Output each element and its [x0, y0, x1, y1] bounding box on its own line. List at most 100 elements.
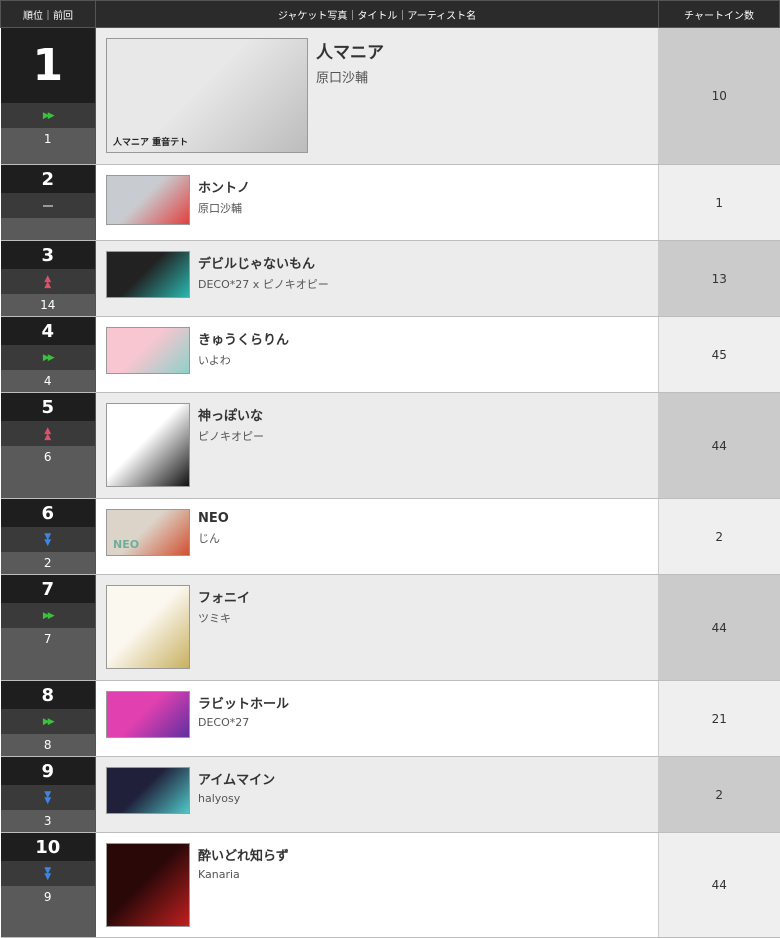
song-title[interactable]: ホントノ [198, 177, 250, 196]
artist-name[interactable]: ピノキオピー [198, 428, 264, 444]
ranking-table: 順位｜前回 ジャケット写真｜タイトル｜アーティスト名 チャートイン数 1 ▶▶ … [0, 0, 780, 938]
artist-name[interactable]: 原口沙輔 [316, 67, 384, 86]
rank-trend: ▶▶ [0, 103, 95, 128]
previous-rank: 2 [0, 552, 95, 574]
jacket-image[interactable] [106, 175, 190, 225]
table-row: 10 ▼ ▼ 9 酔いどれ知らず Kanaria 44 [0, 832, 780, 938]
rank-number: 5 [0, 393, 95, 421]
rank-cell: 1 ▶▶ 1 [0, 27, 96, 165]
rank-trend: ▶▶ [0, 709, 95, 734]
table-row: 6 ▼ ▼ 2 NEO NEO じん 2 [0, 498, 780, 575]
rank-number: 1 [0, 28, 95, 103]
artist-name[interactable]: DECO*27 x ピノキオピー [198, 276, 329, 292]
table-row: 8 ▶▶ 8 ラビットホール DECO*27 21 [0, 680, 780, 757]
artist-name[interactable]: じん [198, 530, 229, 546]
jacket-image[interactable] [106, 691, 190, 738]
artist-name[interactable]: DECO*27 [198, 716, 289, 729]
rank-down-icon: ▼ ▼ [44, 789, 52, 806]
previous-rank: 1 [0, 128, 95, 150]
song-title[interactable]: 神っぽいな [198, 405, 264, 424]
song-info-cell: デビルじゃないもん DECO*27 x ピノキオピー [95, 240, 659, 317]
rank-up-icon: ▲ ▲ [44, 425, 52, 442]
chart-in-count: 13 [658, 240, 780, 317]
previous-rank: 8 [0, 734, 95, 756]
previous-rank [0, 218, 95, 240]
rank-number: 3 [0, 241, 95, 269]
song-title[interactable]: ラビットホール [198, 693, 289, 712]
rank-cell: 9 ▼ ▼ 3 [0, 756, 96, 833]
rank-cell: 2 [0, 164, 96, 241]
song-info-cell: ホントノ 原口沙輔 [95, 164, 659, 241]
song-info-cell: 酔いどれ知らず Kanaria [95, 832, 659, 938]
table-row: 1 ▶▶ 1 人マニア 重音テト 人マニア 原口沙輔 10 [0, 27, 780, 165]
song-title[interactable]: デビルじゃないもん [198, 253, 329, 272]
chart-in-count: 44 [658, 392, 780, 499]
jacket-image[interactable] [106, 767, 190, 814]
chart-in-count: 44 [658, 574, 780, 681]
chart-in-count: 21 [658, 680, 780, 757]
jacket-image[interactable]: NEO [106, 509, 190, 556]
rank-column-header: 順位｜前回 [0, 0, 96, 28]
previous-rank: 9 [0, 886, 95, 908]
rank-trend [0, 193, 95, 218]
rank-cell: 8 ▶▶ 8 [0, 680, 96, 757]
song-info-cell: アイムマイン halyosy [95, 756, 659, 833]
artist-name[interactable]: Kanaria [198, 868, 289, 881]
rank-cell: 5 ▲ ▲ 6 [0, 392, 96, 499]
rank-cell: 3 ▲ ▲ 14 [0, 240, 96, 317]
table-row: 5 ▲ ▲ 6 神っぽいな ピノキオピー 44 [0, 392, 780, 499]
song-title[interactable]: 酔いどれ知らず [198, 845, 289, 864]
chart-in-count: 2 [658, 756, 780, 833]
previous-rank: 7 [0, 628, 95, 650]
jacket-image[interactable] [106, 403, 190, 487]
previous-rank: 6 [0, 446, 95, 468]
rank-trend: ▼ ▼ [0, 861, 95, 886]
song-info-cell: 神っぽいな ピノキオピー [95, 392, 659, 499]
previous-rank: 14 [0, 294, 95, 316]
chart-in-count: 2 [658, 498, 780, 575]
previous-rank: 4 [0, 370, 95, 392]
song-title[interactable]: 人マニア [316, 38, 384, 63]
rank-number: 6 [0, 499, 95, 527]
artist-name[interactable]: いよわ [198, 352, 289, 368]
forward-icon: ▶▶ [42, 110, 55, 121]
jacket-caption: 人マニア 重音テト [113, 138, 189, 148]
forward-icon: ▶▶ [42, 352, 55, 363]
rank-number: 8 [0, 681, 95, 709]
count-column-header: チャートイン数 [658, 0, 780, 28]
song-info-cell: きゅうくらりん いよわ [95, 316, 659, 393]
table-row: 9 ▼ ▼ 3 アイムマイン halyosy 2 [0, 756, 780, 833]
rank-number: 7 [0, 575, 95, 603]
rank-trend: ▼ ▼ [0, 527, 95, 552]
rank-down-icon: ▼ ▼ [44, 865, 52, 882]
song-info-cell: 人マニア 重音テト 人マニア 原口沙輔 [95, 27, 659, 165]
forward-icon: ▶▶ [42, 716, 55, 727]
artist-name[interactable]: ツミキ [198, 610, 250, 626]
rank-number: 9 [0, 757, 95, 785]
song-info-cell: フォニイ ツミキ [95, 574, 659, 681]
song-title[interactable]: アイムマイン [198, 769, 275, 788]
chart-in-count: 45 [658, 316, 780, 393]
jacket-image[interactable]: 人マニア 重音テト [106, 38, 308, 153]
artist-name[interactable]: halyosy [198, 792, 275, 805]
jacket-image[interactable] [106, 585, 190, 669]
forward-icon: ▶▶ [42, 610, 55, 621]
jacket-image[interactable] [106, 251, 190, 298]
song-title[interactable]: NEO [198, 511, 229, 526]
no-change-icon [42, 204, 53, 207]
rank-trend: ▼ ▼ [0, 785, 95, 810]
table-row: 2 ホントノ 原口沙輔 1 [0, 164, 780, 241]
rank-trend: ▶▶ [0, 603, 95, 628]
song-title[interactable]: きゅうくらりん [198, 329, 289, 348]
table-row: 4 ▶▶ 4 きゅうくらりん いよわ 45 [0, 316, 780, 393]
rank-number: 2 [0, 165, 95, 193]
jacket-image[interactable] [106, 327, 190, 374]
rank-trend: ▲ ▲ [0, 269, 95, 294]
rank-number: 10 [0, 833, 95, 861]
song-title[interactable]: フォニイ [198, 587, 250, 606]
rank-cell: 7 ▶▶ 7 [0, 574, 96, 681]
chart-in-count: 10 [658, 27, 780, 165]
song-info-cell: NEO NEO じん [95, 498, 659, 575]
artist-name[interactable]: 原口沙輔 [198, 200, 250, 216]
jacket-image[interactable] [106, 843, 190, 927]
